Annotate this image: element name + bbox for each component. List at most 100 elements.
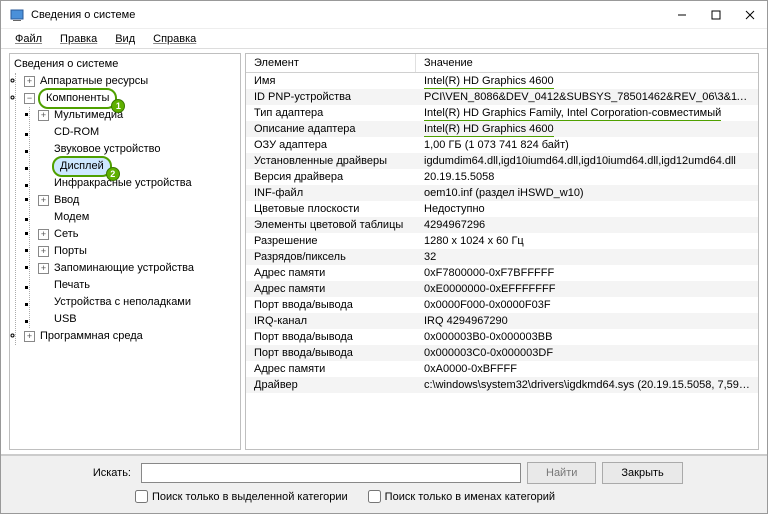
cell-value: 32 [416, 249, 758, 265]
window-title: Сведения о системе [31, 9, 665, 21]
col-element[interactable]: Элемент [246, 54, 416, 72]
search-input[interactable] [141, 463, 521, 483]
maximize-button[interactable] [699, 1, 733, 29]
tree-input[interactable]: Ввод [52, 192, 81, 209]
cell-value: PCI\VEN_8086&DEV_0412&SUBSYS_78501462&RE… [416, 89, 758, 105]
cell-value: 20.19.15.5058 [416, 169, 758, 185]
table-row[interactable]: Порт ввода/вывода0x000003C0-0x000003DF [246, 345, 758, 361]
cell-key: Порт ввода/вывода [246, 345, 416, 361]
cell-value: 4294967296 [416, 217, 758, 233]
cell-value: igdumdim64.dll,igd10iumd64.dll,igd10iumd… [416, 153, 758, 169]
close-button[interactable] [733, 1, 767, 29]
tree-infrared[interactable]: Инфракрасные устройства [52, 175, 194, 192]
cell-key: Порт ввода/вывода [246, 329, 416, 345]
expand-icon[interactable]: + [38, 195, 49, 206]
table-row[interactable]: Установленные драйверыigdumdim64.dll,igd… [246, 153, 758, 169]
table-row[interactable]: Разрешение1280 x 1024 x 60 Гц [246, 233, 758, 249]
cell-value: 0x0000F000-0x0000F03F [416, 297, 758, 313]
tree-modem[interactable]: Модем [52, 209, 91, 226]
cell-key: Адрес памяти [246, 361, 416, 377]
table-row[interactable]: INF-файлoem10.inf (раздел iHSWD_w10) [246, 185, 758, 201]
cell-value: oem10.inf (раздел iHSWD_w10) [416, 185, 758, 201]
cell-value: 0x000003B0-0x000003BB [416, 329, 758, 345]
cell-key: INF-файл [246, 185, 416, 201]
cell-key: Драйвер [246, 377, 416, 393]
detail-pane[interactable]: Элемент Значение ИмяIntel(R) HD Graphics… [245, 53, 759, 450]
cell-key: Установленные драйверы [246, 153, 416, 169]
cell-value: Недоступно [416, 201, 758, 217]
tree-network[interactable]: Сеть [52, 226, 80, 243]
tree-root[interactable]: Сведения о системе [12, 56, 120, 73]
tree-software[interactable]: Программная среда [38, 328, 145, 345]
table-row[interactable]: Драйверc:\windows\system32\drivers\igdkm… [246, 377, 758, 393]
expand-icon[interactable]: + [38, 110, 49, 121]
cell-key: Цветовые плоскости [246, 201, 416, 217]
table-row[interactable]: Адрес памяти0xF7800000-0xF7BFFFFF [246, 265, 758, 281]
cell-key: Адрес памяти [246, 265, 416, 281]
cell-key: Элементы цветовой таблицы [246, 217, 416, 233]
table-row[interactable]: Цветовые плоскостиНедоступно [246, 201, 758, 217]
expand-icon[interactable]: + [38, 229, 49, 240]
table-row[interactable]: Версия драйвера20.19.15.5058 [246, 169, 758, 185]
table-row[interactable]: Описание адаптераIntel(R) HD Graphics 46… [246, 121, 758, 137]
cell-key: Имя [246, 73, 416, 89]
tree-cdrom[interactable]: CD-ROM [52, 124, 101, 141]
cell-key: IRQ-канал [246, 313, 416, 329]
tree-pane[interactable]: Сведения о системе +Аппаратные ресурсы −… [9, 53, 241, 450]
menu-file[interactable]: Файл [7, 31, 50, 47]
app-icon [9, 7, 25, 23]
cell-value: 0xF7800000-0xF7BFFFFF [416, 265, 758, 281]
cell-key: Адрес памяти [246, 281, 416, 297]
table-row[interactable]: ID PNP-устройстваPCI\VEN_8086&DEV_0412&S… [246, 89, 758, 105]
table-row[interactable]: Разрядов/пиксель32 [246, 249, 758, 265]
annotation-badge-2: 2 [106, 167, 120, 181]
tree-problem[interactable]: Устройства с неполадками [52, 294, 193, 311]
cell-value: Intel(R) HD Graphics Family, Intel Corpo… [416, 105, 758, 121]
table-row[interactable]: Порт ввода/вывода0x000003B0-0x000003BB [246, 329, 758, 345]
cell-key: Разрешение [246, 233, 416, 249]
minimize-button[interactable] [665, 1, 699, 29]
cell-value: 0xE0000000-0xEFFFFFFF [416, 281, 758, 297]
cell-value: 0x000003C0-0x000003DF [416, 345, 758, 361]
tree-ports[interactable]: Порты [52, 243, 89, 260]
expand-icon[interactable]: + [24, 331, 35, 342]
cell-value: 1280 x 1024 x 60 Гц [416, 233, 758, 249]
tree-display[interactable]: Дисплей2 [52, 156, 112, 177]
cell-key: Версия драйвера [246, 169, 416, 185]
only-names-checkbox[interactable]: Поиск только в именах категорий [368, 490, 555, 503]
table-row[interactable]: Тип адаптераIntel(R) HD Graphics Family,… [246, 105, 758, 121]
menu-view[interactable]: Вид [107, 31, 143, 47]
tree-usb[interactable]: USB [52, 311, 79, 328]
table-row[interactable]: Адрес памяти0xA0000-0xBFFFF [246, 361, 758, 377]
tree-components[interactable]: Компоненты1 [38, 88, 117, 109]
expand-icon[interactable]: + [38, 246, 49, 257]
cell-value: c:\windows\system32\drivers\igdkmd64.sys… [416, 377, 758, 393]
expand-icon[interactable]: + [38, 263, 49, 274]
table-row[interactable]: Порт ввода/вывода0x0000F000-0x0000F03F [246, 297, 758, 313]
table-row[interactable]: Элементы цветовой таблицы4294967296 [246, 217, 758, 233]
col-value[interactable]: Значение [416, 54, 481, 72]
cell-key: Тип адаптера [246, 105, 416, 121]
table-row[interactable]: Адрес памяти0xE0000000-0xEFFFFFFF [246, 281, 758, 297]
tree-storage[interactable]: Запоминающие устройства [52, 260, 196, 277]
table-row[interactable]: ИмяIntel(R) HD Graphics 4600 [246, 73, 758, 89]
cell-value: 0xA0000-0xBFFFF [416, 361, 758, 377]
only-selected-checkbox[interactable]: Поиск только в выделенной категории [135, 490, 348, 503]
cell-value: 1,00 ГБ (1 073 741 824 байт) [416, 137, 758, 153]
tree-printing[interactable]: Печать [52, 277, 92, 294]
cell-key: Описание адаптера [246, 121, 416, 137]
cell-key: Порт ввода/вывода [246, 297, 416, 313]
expand-icon[interactable]: + [24, 76, 35, 87]
cell-value: Intel(R) HD Graphics 4600 [416, 121, 758, 137]
cell-key: Разрядов/пиксель [246, 249, 416, 265]
table-row[interactable]: IRQ-каналIRQ 4294967290 [246, 313, 758, 329]
find-button[interactable]: Найти [527, 462, 596, 484]
cell-key: ID PNP-устройства [246, 89, 416, 105]
cell-value: Intel(R) HD Graphics 4600 [416, 73, 758, 89]
column-header[interactable]: Элемент Значение [246, 54, 758, 73]
table-row[interactable]: ОЗУ адаптера1,00 ГБ (1 073 741 824 байт) [246, 137, 758, 153]
collapse-icon[interactable]: − [24, 93, 35, 104]
menu-help[interactable]: Справка [145, 31, 204, 47]
close-dialog-button[interactable]: Закрыть [602, 462, 682, 484]
menu-edit[interactable]: Правка [52, 31, 105, 47]
